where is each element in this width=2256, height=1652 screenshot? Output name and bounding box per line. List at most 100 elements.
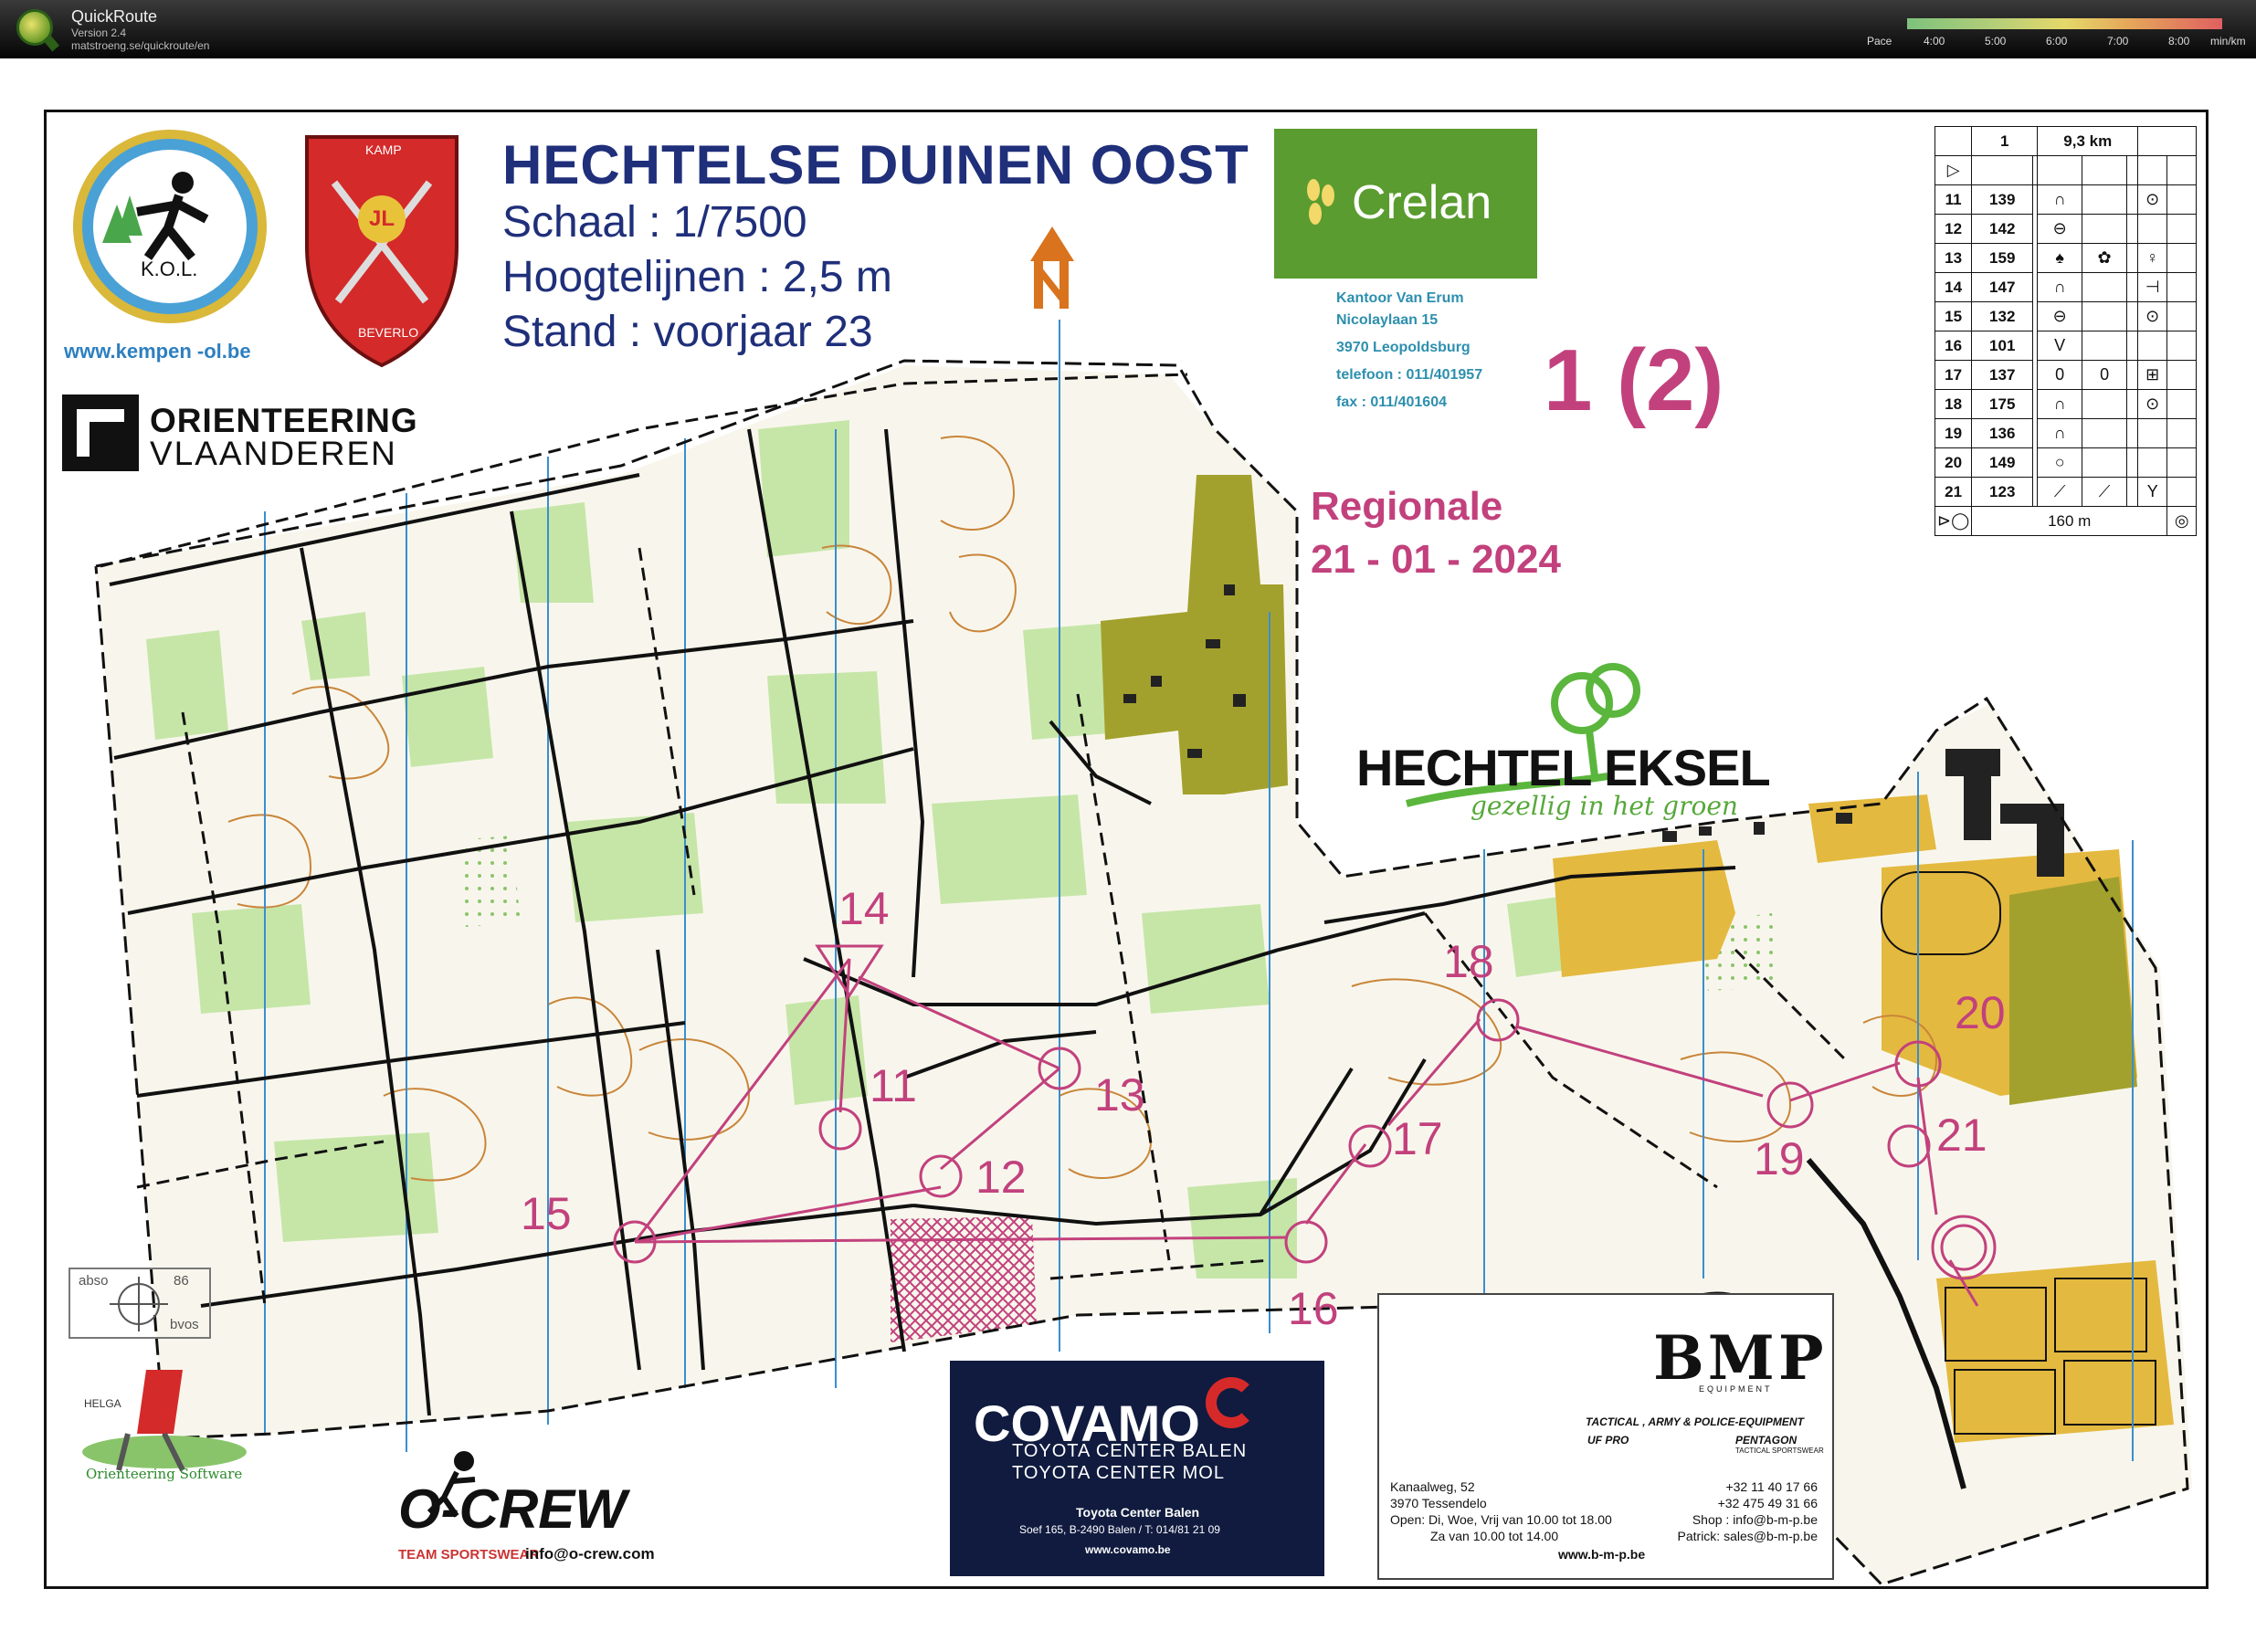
crelan-brand: Crelan bbox=[1352, 176, 1492, 229]
cd-row: 20 149 ○ bbox=[1934, 447, 2198, 478]
cd-length: 9,3 km bbox=[2037, 126, 2139, 156]
bmp-addr1: Kanaalweg, 52 bbox=[1390, 1479, 1475, 1494]
cd-position-icon: ⊙ bbox=[2137, 184, 2168, 215]
map-contour-interval: Hoogtelijnen : 2,5 m bbox=[502, 253, 892, 301]
cd-position-icon: ⊣ bbox=[2137, 272, 2168, 302]
cd-detail-icon bbox=[2082, 301, 2128, 331]
compass-label-b: bvos bbox=[170, 1317, 199, 1332]
cd-feature-icon: ○ bbox=[2037, 447, 2083, 478]
bmp-phone2: +32 475 49 31 66 bbox=[1717, 1496, 1818, 1510]
cd-code: 147 bbox=[1971, 272, 2034, 302]
orienteering-line2: VLAANDEREN bbox=[150, 435, 397, 472]
club-url-link[interactable]: www.kempen -ol.be bbox=[64, 340, 251, 363]
cd-code: 132 bbox=[1971, 301, 2034, 331]
cd-code: 139 bbox=[1971, 184, 2034, 215]
bmp-addr3: Open: Di, Woe, Vrij van 10.00 tot 18.00 bbox=[1390, 1512, 1612, 1527]
covamo-line2: TOYOTA CENTER MOL bbox=[1012, 1463, 1225, 1483]
event-date: 21 - 01 - 2024 bbox=[1311, 537, 1561, 582]
cd-position-icon bbox=[2137, 418, 2168, 448]
kol-logo-text: K.O.L. bbox=[141, 258, 198, 280]
crelan-office: Kantoor Van Erum bbox=[1336, 290, 1464, 306]
cd-num: 16 bbox=[1934, 331, 1973, 361]
crelan-street: Nicolaylaan 15 bbox=[1336, 312, 1439, 328]
helga-sub: Orienteering Software bbox=[86, 1466, 243, 1482]
ocrew-brand: O-CREW bbox=[398, 1478, 627, 1540]
cd-detail-icon bbox=[2082, 214, 2128, 244]
compass-label-n: 86 bbox=[174, 1273, 189, 1289]
bmp-sales-email[interactable]: Patrick: sales@b-m-p.be bbox=[1660, 1529, 1818, 1543]
event-name: Regionale bbox=[1311, 484, 1503, 529]
helga-name: HELGA bbox=[84, 1397, 121, 1410]
cd-code: 136 bbox=[1971, 418, 2034, 448]
orienteering-vlaanderen-logo-icon bbox=[62, 395, 139, 471]
control-number[interactable]: 19 bbox=[1754, 1132, 1805, 1185]
cd-position-icon bbox=[2137, 447, 2168, 478]
cd-detail-icon bbox=[2082, 331, 2128, 361]
control-number[interactable]: 13 bbox=[1094, 1068, 1145, 1121]
kamp-top-text: KAMP bbox=[365, 142, 402, 157]
bmp-pentagon: PENTAGON bbox=[1735, 1434, 1797, 1447]
control-number[interactable]: 21 bbox=[1936, 1109, 1987, 1162]
crelan-city: 3970 Leopoldsburg bbox=[1336, 340, 1471, 355]
control-number[interactable]: 18 bbox=[1443, 935, 1494, 988]
covamo-line3: Toyota Center Balen bbox=[1076, 1505, 1200, 1520]
control-number[interactable]: 11 bbox=[870, 1059, 917, 1112]
cd-row: 18 175 ∩ ⊙ bbox=[1934, 389, 2198, 419]
cd-num: 12 bbox=[1934, 214, 1973, 244]
cd-row: 15 132 ⊖ ⊙ bbox=[1934, 301, 2198, 331]
hechtel-eksel-slogan: gezellig in het groen bbox=[1471, 791, 1738, 821]
control-number[interactable]: 17 bbox=[1392, 1112, 1443, 1165]
cd-num: 17 bbox=[1934, 360, 1973, 390]
out-of-bounds-area bbox=[891, 1216, 1037, 1342]
control-number[interactable]: 14 bbox=[838, 882, 890, 935]
cd-code: 159 bbox=[1971, 243, 2034, 273]
cd-code: 137 bbox=[1971, 360, 2034, 390]
bmp-shop-email[interactable]: Shop : info@b-m-p.be bbox=[1660, 1512, 1818, 1527]
bmp-web[interactable]: www.b-m-p.be bbox=[1558, 1547, 1645, 1562]
cd-num: 21 bbox=[1934, 477, 1973, 507]
bmp-logo: BMP bbox=[1653, 1322, 1828, 1394]
cd-detail-icon: ✿ bbox=[2082, 243, 2128, 273]
kamp-letters: JL bbox=[369, 206, 395, 231]
bmp-phone1: +32 11 40 17 66 bbox=[1725, 1479, 1818, 1494]
yellow-area-east1 bbox=[1553, 840, 1735, 977]
cd-num: 13 bbox=[1934, 243, 1973, 273]
cd-finish-symbol-icon: ◎ bbox=[2166, 506, 2198, 536]
cd-code: 149 bbox=[1971, 447, 2034, 478]
cd-feature-icon: ⊖ bbox=[2037, 214, 2083, 244]
cd-position-icon: ⊙ bbox=[2137, 301, 2168, 331]
control-number[interactable]: 15 bbox=[521, 1187, 572, 1240]
ocrew-email[interactable]: info@o-crew.com bbox=[525, 1545, 655, 1563]
bmp-pentagon-sub: TACTICAL SPORTSWEAR bbox=[1735, 1447, 1824, 1455]
control-number[interactable]: 16 bbox=[1288, 1282, 1339, 1335]
cd-detail-icon: ⟋ bbox=[2082, 477, 2128, 507]
cd-row: 11 139 ∩ ⊙ bbox=[1934, 184, 2198, 215]
bmp-addr2: 3970 Tessendelo bbox=[1390, 1496, 1487, 1510]
cd-code: 101 bbox=[1971, 331, 2034, 361]
control-number[interactable]: 12 bbox=[975, 1151, 1027, 1204]
hechtel-eksel-name: HECHTEL EKSEL bbox=[1356, 739, 1771, 796]
kamp-bottom-text: BEVERLO bbox=[358, 325, 419, 340]
control-description-sheet: 1 9,3 km ▷ 11 139 ∩ ⊙ 12 142 ⊖ 13 159 ♠ ✿ ♀ 14 147… bbox=[1934, 126, 2198, 536]
ocrew-sub: TEAM SPORTSWEAR bbox=[398, 1547, 540, 1563]
covamo-line4: Soef 165, B-2490 Balen / T: 014/81 21 09 bbox=[1019, 1523, 1220, 1536]
cd-num: 20 bbox=[1934, 447, 1973, 478]
cd-position-icon: ⊙ bbox=[2137, 389, 2168, 419]
cd-position-icon: ⊞ bbox=[2137, 360, 2168, 390]
cd-row: 16 101 V bbox=[1934, 331, 2198, 361]
control-number[interactable]: 20 bbox=[1955, 986, 2006, 1039]
cd-feature-icon: ∩ bbox=[2037, 418, 2083, 448]
cd-feature-icon: ⟋ bbox=[2037, 477, 2083, 507]
cd-feature-icon: V bbox=[2037, 331, 2083, 361]
cd-num: 11 bbox=[1934, 184, 1973, 215]
cd-position-icon bbox=[2137, 214, 2168, 244]
cd-detail-icon bbox=[2082, 418, 2128, 448]
cd-feature-icon: 0 bbox=[2037, 360, 2083, 390]
cd-num: 18 bbox=[1934, 389, 1973, 419]
cd-row: 21 123 ⟋ ⟋ Y bbox=[1934, 477, 2198, 507]
compass-label-a: abso bbox=[79, 1273, 109, 1289]
cd-detail-icon bbox=[2082, 184, 2128, 215]
covamo-web[interactable]: www.covamo.be bbox=[1085, 1543, 1171, 1556]
cd-code: 175 bbox=[1971, 389, 2034, 419]
cd-position-icon: Y bbox=[2137, 477, 2168, 507]
